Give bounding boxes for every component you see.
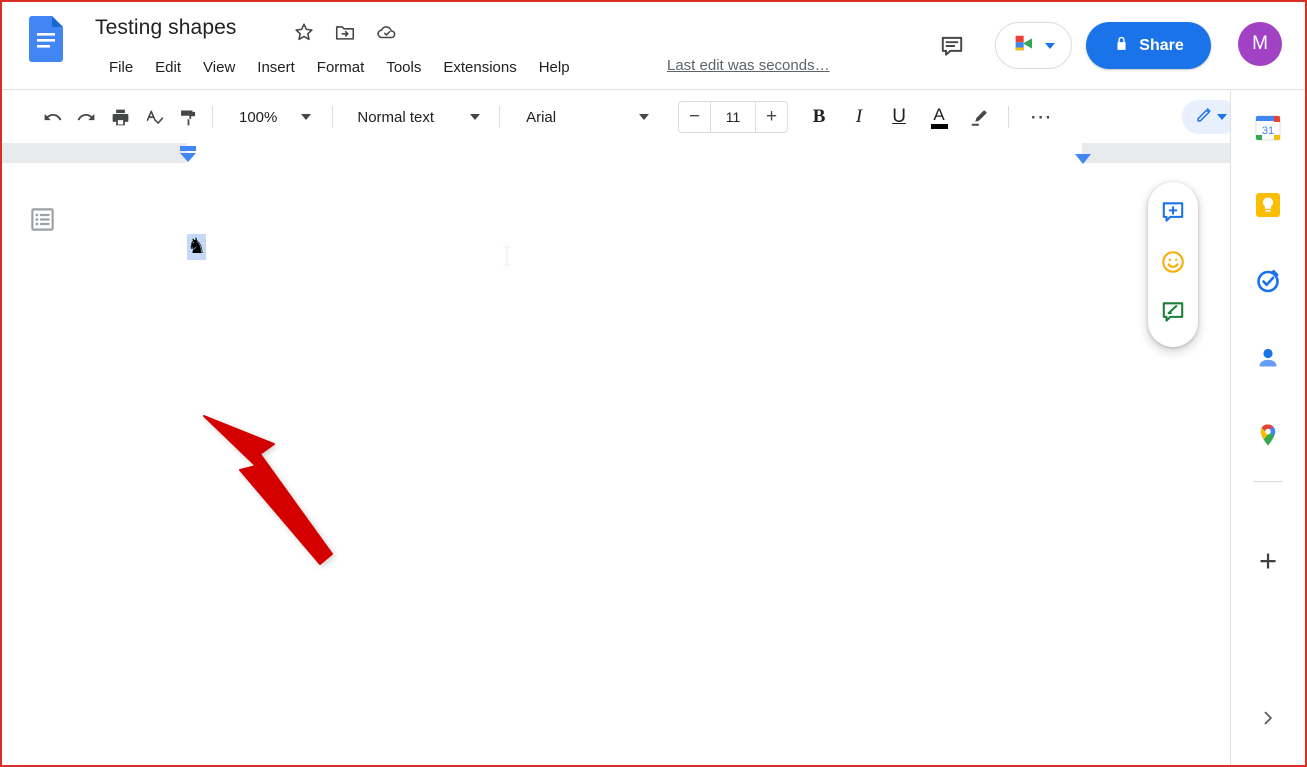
suggest-edit-button[interactable] — [1158, 300, 1188, 330]
chess-knight-glyph[interactable]: ♞ — [187, 234, 206, 260]
paint-format-icon[interactable] — [171, 100, 205, 134]
font-size-decrease-button[interactable]: − — [679, 102, 710, 132]
docs-logo-icon[interactable] — [29, 16, 63, 62]
google-meet-button[interactable] — [995, 22, 1072, 69]
font-size-input[interactable]: 11 — [710, 102, 757, 132]
add-apps-button[interactable]: + — [1246, 539, 1290, 583]
paragraph-style-label: Normal text — [357, 108, 435, 126]
add-emoji-reaction-button[interactable] — [1158, 250, 1188, 280]
google-contacts-icon — [1255, 345, 1281, 376]
sidebar-item-contacts[interactable] — [1246, 338, 1290, 382]
underline-label: U — [892, 106, 906, 127]
add-comment-button[interactable] — [1158, 200, 1188, 230]
highlight-pen-icon[interactable] — [962, 100, 996, 134]
cloud-saved-icon[interactable] — [376, 21, 398, 43]
toolbar-divider — [212, 106, 213, 128]
chevron-down-icon[interactable] — [1216, 114, 1227, 120]
last-edit-status[interactable]: Last edit was seconds… — [667, 57, 830, 74]
google-docs-window: Testing shapes File Edit View Insert For… — [0, 0, 1307, 767]
menu-format[interactable]: Format — [306, 56, 376, 79]
right-indent-marker[interactable] — [1074, 152, 1092, 164]
chevron-down-icon — [301, 114, 312, 120]
emoji-smiley-icon — [1160, 249, 1186, 280]
sidebar-divider — [1253, 481, 1283, 482]
more-options-label: ⋯ — [1029, 104, 1053, 129]
redo-icon[interactable] — [69, 100, 103, 134]
google-calendar-icon: 31 — [1255, 115, 1281, 146]
text-color-swatch — [930, 123, 948, 129]
document-canvas[interactable]: ♞ — [2, 164, 1230, 765]
menu-extensions[interactable]: Extensions — [432, 56, 527, 79]
spellcheck-icon[interactable] — [137, 100, 171, 134]
menu-edit[interactable]: Edit — [144, 56, 192, 79]
menu-view[interactable]: View — [192, 56, 246, 79]
share-label: Share — [1139, 36, 1184, 54]
font-size-increase-button[interactable]: + — [756, 102, 787, 132]
toolbar-divider — [1008, 106, 1010, 128]
zoom-level-dropdown[interactable]: 100% — [232, 100, 318, 134]
comment-history-icon[interactable] — [934, 28, 970, 64]
bold-button[interactable]: B — [802, 100, 836, 134]
italic-label: I — [855, 106, 863, 127]
italic-button[interactable]: I — [842, 100, 876, 134]
font-family-label: Arial — [526, 108, 557, 126]
font-size-stepper: − 11 + — [678, 101, 789, 133]
sidebar-item-tasks[interactable] — [1246, 261, 1290, 305]
lock-icon — [1113, 35, 1130, 57]
move-to-folder-icon[interactable] — [334, 21, 356, 43]
font-family-dropdown[interactable]: Arial — [519, 100, 656, 134]
suggest-edit-icon — [1160, 299, 1186, 330]
show-outline-icon[interactable] — [29, 206, 56, 233]
underline-button[interactable]: U — [882, 100, 916, 134]
text-color-label: A — [933, 104, 945, 124]
ruler-page-area — [187, 143, 1082, 164]
google-keep-icon — [1255, 192, 1281, 223]
menu-file[interactable]: File — [98, 56, 144, 79]
toolbar-divider — [499, 106, 501, 128]
menu-help[interactable]: Help — [528, 56, 581, 79]
sidebar-item-keep[interactable] — [1246, 185, 1290, 229]
menu-insert[interactable]: Insert — [246, 56, 306, 79]
chevron-down-icon[interactable] — [1045, 42, 1055, 49]
text-cursor-icon — [503, 246, 511, 266]
chevron-down-icon — [470, 114, 481, 120]
formatting-toolbar: 100% Normal text Arial − 11 + B I U A ⋯ — [2, 91, 1230, 143]
menu-bar: File Edit View Insert Format Tools Exten… — [98, 56, 581, 79]
paragraph-style-dropdown[interactable]: Normal text — [350, 100, 487, 134]
text-color-button[interactable]: A — [922, 100, 956, 134]
floating-action-panel — [1148, 182, 1198, 347]
sidebar-item-calendar[interactable]: 31 — [1246, 108, 1290, 152]
toolbar-divider — [332, 106, 334, 128]
avatar[interactable]: M — [1238, 22, 1282, 66]
google-tasks-icon — [1255, 268, 1281, 299]
pencil-edit-icon — [1195, 105, 1214, 129]
undo-icon[interactable] — [35, 100, 69, 134]
left-indent-marker[interactable] — [179, 146, 197, 163]
expand-sidebar-button[interactable] — [1246, 696, 1290, 740]
bold-label: B — [812, 106, 826, 127]
google-maps-icon — [1255, 422, 1281, 453]
print-icon[interactable] — [103, 100, 137, 134]
app-header: Testing shapes File Edit View Insert For… — [2, 2, 1305, 90]
google-meet-icon — [1012, 31, 1041, 60]
star-icon[interactable] — [293, 21, 315, 43]
add-comment-icon — [1160, 199, 1186, 230]
zoom-level-label: 100% — [239, 108, 278, 126]
red-annotation-arrow — [200, 414, 340, 574]
sidebar-item-maps[interactable] — [1246, 415, 1290, 459]
google-apps-sidebar: 31 + — [1230, 91, 1305, 765]
more-options-button[interactable]: ⋯ — [1024, 100, 1058, 134]
svg-text:31: 31 — [1262, 125, 1274, 137]
share-button[interactable]: Share — [1086, 22, 1211, 69]
ruler[interactable] — [2, 143, 1230, 164]
menu-tools[interactable]: Tools — [375, 56, 432, 79]
document-title[interactable]: Testing shapes — [95, 16, 237, 40]
chevron-down-icon — [639, 114, 650, 120]
